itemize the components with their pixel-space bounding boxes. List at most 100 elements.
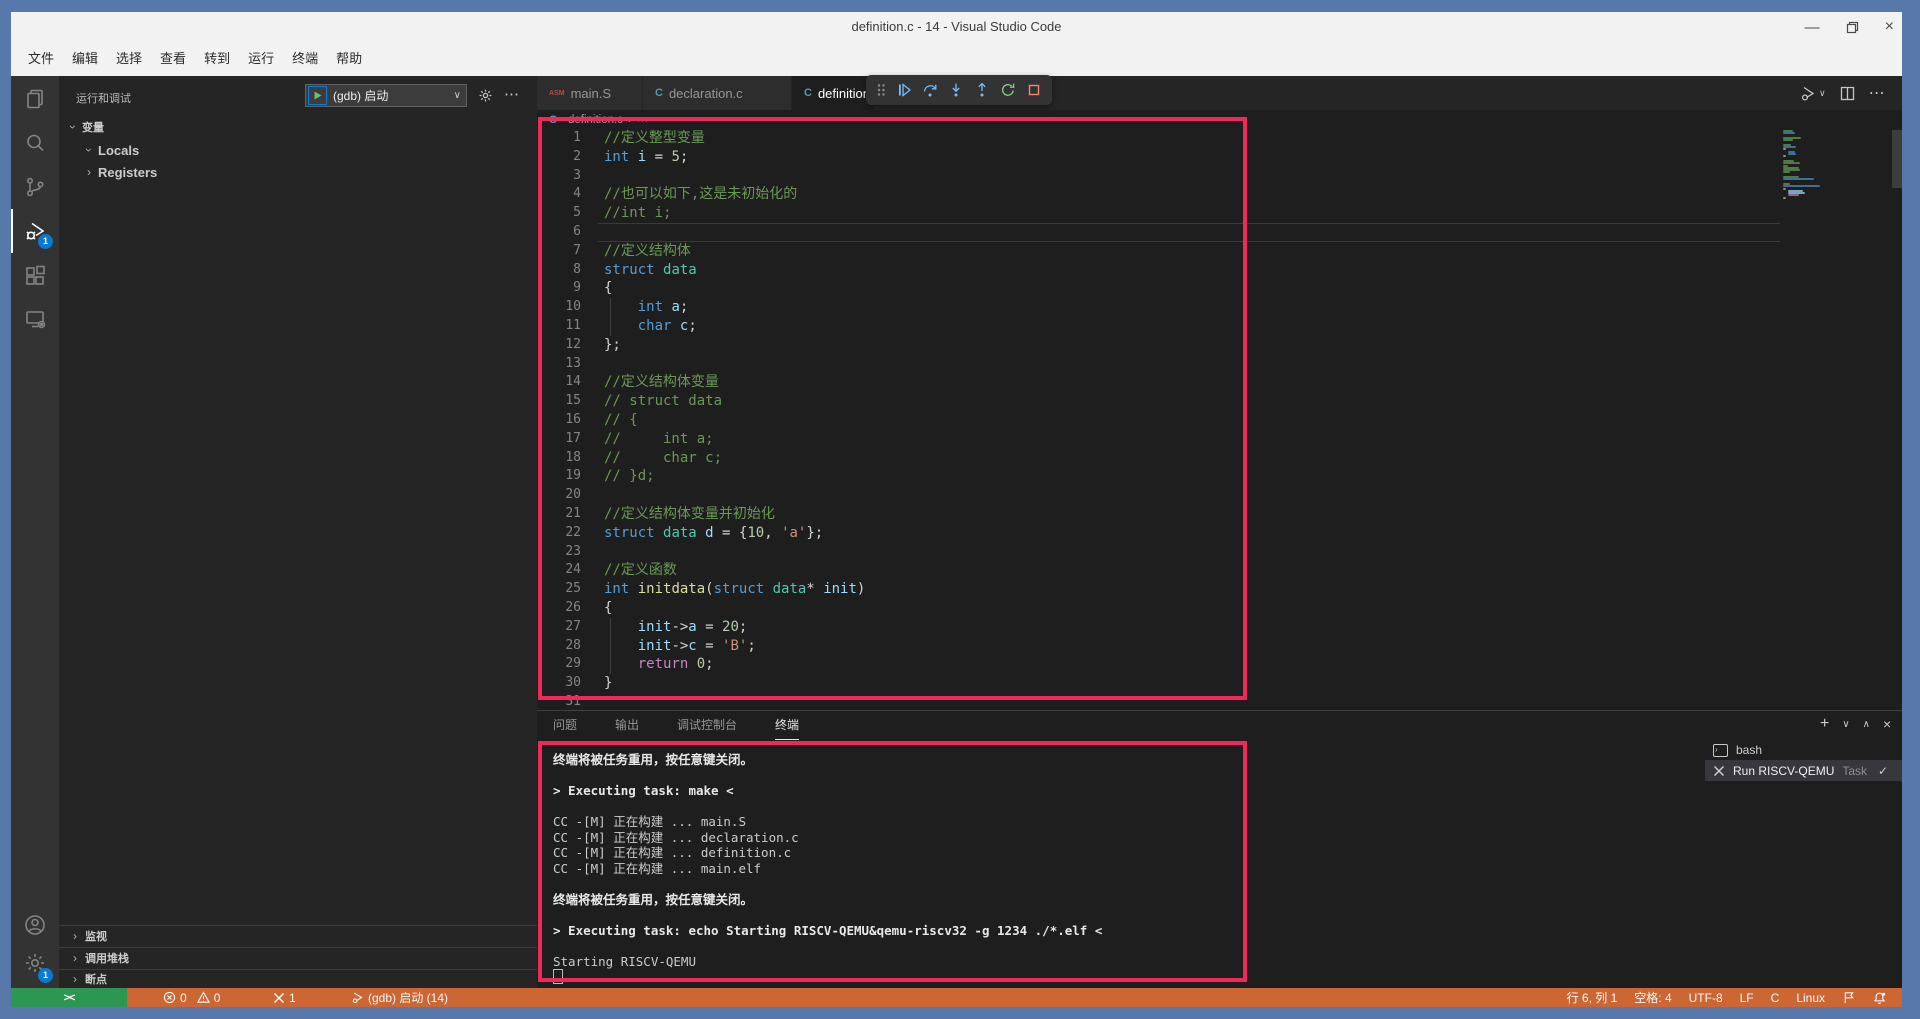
menu-item-帮助[interactable]: 帮助: [327, 42, 371, 76]
continue-icon[interactable]: [896, 82, 912, 98]
code-line-25[interactable]: 25int initdata(struct data* init): [537, 580, 1783, 599]
code-line-6[interactable]: 6: [537, 223, 1783, 242]
editor-tab-declaration.c[interactable]: Cdeclaration.c: [643, 76, 792, 110]
code-line-16[interactable]: 16// {: [537, 411, 1783, 430]
minimize-button[interactable]: —: [1805, 19, 1820, 36]
panel-tab-问题[interactable]: 问题: [553, 711, 577, 739]
split-editor-icon[interactable]: [1840, 86, 1855, 101]
code-line-15[interactable]: 15// struct data: [537, 392, 1783, 411]
stop-icon[interactable]: [1026, 82, 1042, 98]
debug-launch-dropdown[interactable]: (gdb) 启动 ∨: [305, 84, 467, 107]
code-line-22[interactable]: 22struct data d = {10, 'a'};: [537, 524, 1783, 543]
indentation[interactable]: 空格: 4: [1634, 989, 1671, 1006]
encoding[interactable]: UTF-8: [1689, 991, 1723, 1005]
panel-tab-输出[interactable]: 输出: [615, 711, 639, 739]
code-line-7[interactable]: 7//定义结构体: [537, 242, 1783, 261]
code-line-11[interactable]: 11 char c;: [537, 317, 1783, 336]
remote-indicator[interactable]: ><: [11, 988, 127, 1007]
extensions-icon[interactable]: [11, 253, 59, 297]
cursor-position[interactable]: 行 6, 列 1: [1567, 989, 1618, 1006]
code-line-24[interactable]: 24//定义函数: [537, 561, 1783, 580]
debug-start-button[interactable]: [308, 86, 327, 105]
code-line-13[interactable]: 13: [537, 355, 1783, 374]
toolbar-grip[interactable]: [876, 82, 886, 98]
eol-sequence[interactable]: LF: [1740, 991, 1754, 1005]
code-line-21[interactable]: 21//定义结构体变量并初始化: [537, 505, 1783, 524]
variables-section[interactable]: › 变量: [59, 117, 537, 137]
run-debug-file-icon[interactable]: ∨: [1800, 85, 1826, 102]
breakpoints-section[interactable]: › 断点: [59, 969, 537, 988]
source-control-icon[interactable]: [11, 165, 59, 209]
minimap[interactable]: [1783, 130, 1832, 205]
code-line-23[interactable]: 23: [537, 543, 1783, 562]
code-line-28[interactable]: 28 init->c = 'B';: [537, 637, 1783, 656]
code-line-18[interactable]: 18// char c;: [537, 449, 1783, 468]
code-line-17[interactable]: 17// int a;: [537, 430, 1783, 449]
close-panel-icon[interactable]: ×: [1883, 716, 1891, 732]
tasks-status[interactable]: 1: [273, 988, 296, 1007]
os-indicator[interactable]: Linux: [1796, 991, 1825, 1005]
terminal-dropdown-icon[interactable]: ∨: [1842, 719, 1849, 730]
close-button[interactable]: ×: [1885, 18, 1894, 36]
locals-node[interactable]: › Locals: [59, 140, 537, 160]
code-line-8[interactable]: 8struct data: [537, 261, 1783, 280]
terminal-output[interactable]: 终端将被任务重用，按任意键关闭。> Executing task: make <…: [553, 752, 1713, 988]
menu-item-编辑[interactable]: 编辑: [63, 42, 107, 76]
code-line-9[interactable]: 9{: [537, 279, 1783, 298]
debug-session-status[interactable]: (gdb) 启动 (14): [351, 988, 448, 1007]
step-out-icon[interactable]: [974, 82, 990, 98]
problems-status[interactable]: 0 0: [163, 988, 220, 1007]
code-line-19[interactable]: 19// }d;: [537, 467, 1783, 486]
code-line-10[interactable]: 10 int a;: [537, 298, 1783, 317]
restore-button[interactable]: [1846, 21, 1859, 34]
menu-item-终端[interactable]: 终端: [283, 42, 327, 76]
terminal-list-item-bash[interactable]: › bash: [1705, 740, 1902, 760]
launch-gear-icon[interactable]: [478, 88, 493, 103]
restart-icon[interactable]: [1000, 82, 1016, 98]
language-mode[interactable]: C: [1771, 991, 1780, 1005]
breadcrumb[interactable]: C definition.c › ⋯: [549, 110, 648, 129]
terminal-list-item-task[interactable]: Run RISCV-QEMU Task ✓: [1705, 760, 1902, 781]
code-line-1[interactable]: 1//定义整型变量: [537, 129, 1783, 148]
breadcrumb-file[interactable]: definition.c: [568, 114, 623, 126]
code-line-2[interactable]: 2int i = 5;: [537, 148, 1783, 167]
code-line-14[interactable]: 14//定义结构体变量: [537, 373, 1783, 392]
menu-item-运行[interactable]: 运行: [239, 42, 283, 76]
code-line-30[interactable]: 30}: [537, 674, 1783, 693]
search-icon[interactable]: [11, 121, 59, 165]
code-line-27[interactable]: 27 init->a = 20;: [537, 618, 1783, 637]
code-line-20[interactable]: 20: [537, 486, 1783, 505]
menu-item-文件[interactable]: 文件: [19, 42, 63, 76]
step-over-icon[interactable]: [922, 82, 938, 98]
panel-tab-调试控制台[interactable]: 调试控制台: [677, 711, 737, 739]
editor-scrollbar[interactable]: [1892, 130, 1902, 188]
settings-gear-icon[interactable]: 1: [11, 941, 59, 985]
code-line-29[interactable]: 29 return 0;: [537, 655, 1783, 674]
panel-tab-终端[interactable]: 终端: [775, 711, 799, 740]
code-line-3[interactable]: 3: [537, 167, 1783, 186]
menu-item-转到[interactable]: 转到: [195, 42, 239, 76]
code-line-4[interactable]: 4//也可以如下,这是未初始化的: [537, 185, 1783, 204]
run-debug-icon[interactable]: 1: [11, 209, 59, 253]
notifications-bell-icon[interactable]: [1873, 991, 1886, 1005]
editor-tab-definition.c[interactable]: Cdefinition.c: [792, 76, 875, 110]
code-editor[interactable]: 1//定义整型变量2int i = 5;34//也可以如下,这是未初始化的5//…: [537, 129, 1783, 710]
explorer-icon[interactable]: [11, 77, 59, 121]
code-line-31[interactable]: 31: [537, 693, 1783, 710]
registers-node[interactable]: › Registers: [59, 162, 537, 182]
step-into-icon[interactable]: [948, 82, 964, 98]
callstack-section[interactable]: › 调用堆栈: [59, 947, 537, 968]
editor-more-icon[interactable]: ⋯: [1869, 83, 1885, 103]
code-line-26[interactable]: 26{: [537, 599, 1783, 618]
menu-item-选择[interactable]: 选择: [107, 42, 151, 76]
breadcrumb-ellipsis[interactable]: ⋯: [637, 113, 649, 127]
code-line-12[interactable]: 12};: [537, 336, 1783, 355]
code-line-5[interactable]: 5//int i;: [537, 204, 1783, 223]
editor-tab-main.S[interactable]: ASMmain.S: [537, 76, 643, 110]
feedback-flag-icon[interactable]: [1842, 991, 1856, 1004]
new-terminal-icon[interactable]: +: [1820, 715, 1829, 733]
watch-section[interactable]: › 监视: [59, 925, 537, 946]
maximize-panel-icon[interactable]: ∧: [1863, 719, 1870, 730]
menu-item-查看[interactable]: 查看: [151, 42, 195, 76]
sidebar-more-icon[interactable]: ⋯: [504, 85, 519, 103]
